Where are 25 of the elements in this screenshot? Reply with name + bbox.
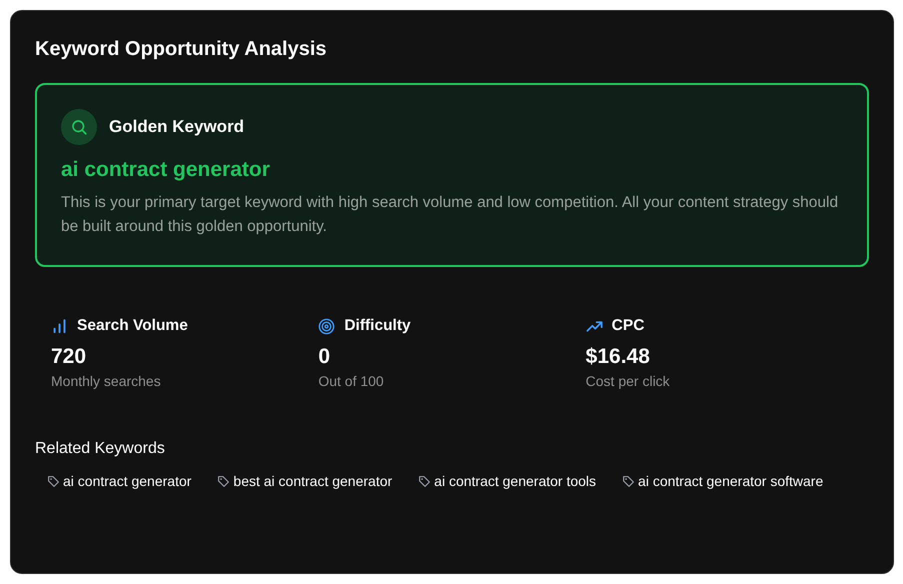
tag-icon xyxy=(418,474,432,488)
tag-icon xyxy=(217,474,230,488)
card-title: Keyword Opportunity Analysis xyxy=(35,37,328,62)
metric-caption: Monthly searches xyxy=(51,373,162,389)
metric-caption: Cost per click xyxy=(586,373,671,389)
keyword-tag[interactable]: ai contract generator xyxy=(45,467,194,495)
keyword-tag[interactable]: best ai contract generator xyxy=(215,467,394,495)
tag-icon xyxy=(47,474,60,488)
metric-label: Search Volume xyxy=(77,317,188,335)
description-text: This is your primary target keyword with high search volume and low competition. All your content strategy should be built around this golden opportunity. xyxy=(61,193,840,237)
keyword-tag[interactable]: ai contract generator tools xyxy=(416,467,598,495)
target-icon xyxy=(318,318,336,334)
metric-label: CPC xyxy=(612,317,644,335)
tag-icon xyxy=(622,474,636,488)
metric-value: 0 xyxy=(318,344,332,370)
metric-value: 720 xyxy=(51,344,88,370)
metric-caption: Out of 100 xyxy=(318,373,385,389)
section-heading: Related Keywords xyxy=(35,439,166,459)
search-icon xyxy=(61,109,97,145)
bar-chart-icon xyxy=(51,318,68,334)
keyword-tag[interactable]: ai contract generator software xyxy=(620,467,826,495)
panel-heading: Golden Keyword xyxy=(109,117,244,137)
metric-label: Difficulty xyxy=(344,317,411,335)
golden-keyword: ai contract generator xyxy=(61,157,271,183)
metric-value: $16.48 xyxy=(586,344,651,370)
